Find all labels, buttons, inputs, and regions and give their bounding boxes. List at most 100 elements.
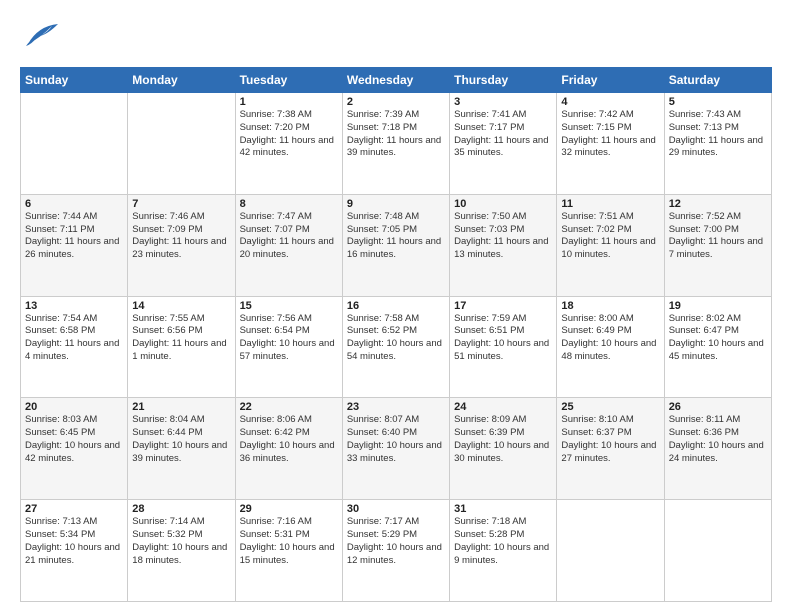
- logo-bird-icon: [20, 16, 60, 57]
- day-number: 18: [561, 300, 659, 312]
- daylight-text: Daylight: 11 hours and 32 minutes.: [561, 135, 655, 159]
- daylight-text: Daylight: 11 hours and 4 minutes.: [25, 338, 119, 362]
- sunrise-text: Sunrise: 7:18 AM: [454, 516, 526, 527]
- cell-content: Sunrise: 8:00 AMSunset: 6:49 PMDaylight:…: [561, 313, 659, 364]
- calendar-week-2: 6Sunrise: 7:44 AMSunset: 7:11 PMDaylight…: [21, 194, 772, 296]
- sunrise-text: Sunrise: 8:11 AM: [669, 414, 741, 425]
- daylight-text: Daylight: 10 hours and 24 minutes.: [669, 440, 764, 464]
- day-number: 26: [669, 401, 767, 413]
- cell-content: Sunrise: 8:03 AMSunset: 6:45 PMDaylight:…: [25, 414, 123, 465]
- sunset-text: Sunset: 6:44 PM: [132, 427, 202, 438]
- daylight-text: Daylight: 10 hours and 42 minutes.: [25, 440, 120, 464]
- sunset-text: Sunset: 7:07 PM: [240, 224, 310, 235]
- cell-content: Sunrise: 7:56 AMSunset: 6:54 PMDaylight:…: [240, 313, 338, 364]
- day-number: 17: [454, 300, 552, 312]
- calendar-cell: [21, 93, 128, 195]
- daylight-text: Daylight: 11 hours and 20 minutes.: [240, 236, 334, 260]
- daylight-text: Daylight: 11 hours and 10 minutes.: [561, 236, 655, 260]
- day-number: 12: [669, 198, 767, 210]
- daylight-text: Daylight: 10 hours and 54 minutes.: [347, 338, 442, 362]
- sunrise-text: Sunrise: 8:10 AM: [561, 414, 633, 425]
- sunrise-text: Sunrise: 8:04 AM: [132, 414, 204, 425]
- daylight-text: Daylight: 10 hours and 51 minutes.: [454, 338, 549, 362]
- day-number: 1: [240, 96, 338, 108]
- daylight-text: Daylight: 10 hours and 21 minutes.: [25, 542, 120, 566]
- sunrise-text: Sunrise: 7:46 AM: [132, 211, 204, 222]
- day-number: 8: [240, 198, 338, 210]
- cell-content: Sunrise: 7:47 AMSunset: 7:07 PMDaylight:…: [240, 211, 338, 262]
- calendar-cell: 20Sunrise: 8:03 AMSunset: 6:45 PMDayligh…: [21, 398, 128, 500]
- sunset-text: Sunset: 5:34 PM: [25, 529, 95, 540]
- cell-content: Sunrise: 7:58 AMSunset: 6:52 PMDaylight:…: [347, 313, 445, 364]
- cell-content: Sunrise: 7:13 AMSunset: 5:34 PMDaylight:…: [25, 516, 123, 567]
- sunset-text: Sunset: 7:02 PM: [561, 224, 631, 235]
- sunset-text: Sunset: 6:54 PM: [240, 325, 310, 336]
- sunset-text: Sunset: 5:32 PM: [132, 529, 202, 540]
- day-number: 15: [240, 300, 338, 312]
- calendar-cell: 26Sunrise: 8:11 AM Sunset: 6:36 PM Dayligh…: [664, 398, 771, 500]
- sunrise-text: Sunrise: 7:43 AM: [669, 109, 741, 120]
- sunrise-text: Sunrise: 8:06 AM: [240, 414, 312, 425]
- sunrise-text: Sunrise: 8:00 AM: [561, 313, 633, 324]
- sunrise-text: Sunrise: 7:59 AM: [454, 313, 526, 324]
- sunset-text: Sunset: 7:15 PM: [561, 122, 631, 133]
- calendar-cell: 21Sunrise: 8:04 AM Sunset: 6:44 PM Dayligh…: [128, 398, 235, 500]
- daylight-text: Daylight: 10 hours and 9 minutes.: [454, 542, 549, 566]
- day-header-tuesday: Tuesday: [235, 68, 342, 93]
- day-number: 21: [132, 401, 230, 413]
- sunset-text: Sunset: 7:00 PM: [669, 224, 739, 235]
- day-number: 5: [669, 96, 767, 108]
- cell-content: Sunrise: 7:41 AMSunset: 7:17 PMDaylight:…: [454, 109, 552, 160]
- day-number: 28: [132, 503, 230, 515]
- sunset-text: Sunset: 7:09 PM: [132, 224, 202, 235]
- day-number: 25: [561, 401, 659, 413]
- sunset-text: Sunset: 6:42 PM: [240, 427, 310, 438]
- sunrise-text: Sunrise: 7:39 AM: [347, 109, 419, 120]
- calendar-cell: 14Sunrise: 7:55 AMSunset: 6:56 PMDayligh…: [128, 296, 235, 398]
- calendar-cell: 22Sunrise: 8:06 AMSunset: 6:42 PMDayligh…: [235, 398, 342, 500]
- sunrise-text: Sunrise: 7:52 AM: [669, 211, 741, 222]
- daylight-text: Daylight: 11 hours and 42 minutes.: [240, 135, 334, 159]
- sunset-text: Sunset: 6:36 PM: [669, 427, 739, 438]
- day-number: 27: [25, 503, 123, 515]
- calendar-cell: 23Sunrise: 8:07 AMSunset: 6:40 PMDayligh…: [342, 398, 449, 500]
- calendar-cell: 25Sunrise: 8:10 AMSunset: 6:37 PMDayligh…: [557, 398, 664, 500]
- sunset-text: Sunset: 6:51 PM: [454, 325, 524, 336]
- cell-content: Sunrise: 7:44 AMSunset: 7:11 PMDaylight:…: [25, 211, 123, 262]
- calendar-cell: 15Sunrise: 7:56 AMSunset: 6:54 PMDayligh…: [235, 296, 342, 398]
- sunset-text: Sunset: 7:13 PM: [669, 122, 739, 133]
- day-number: 3: [454, 96, 552, 108]
- sunset-text: Sunset: 5:29 PM: [347, 529, 417, 540]
- cell-content: Sunrise: 7:50 AMSunset: 7:03 PMDaylight:…: [454, 211, 552, 262]
- daylight-text: Daylight: 11 hours and 7 minutes.: [669, 236, 763, 260]
- calendar-cell: 8Sunrise: 7:47 AMSunset: 7:07 PMDaylight…: [235, 194, 342, 296]
- day-number: 31: [454, 503, 552, 515]
- calendar-cell: 10Sunrise: 7:50 AMSunset: 7:03 PMDayligh…: [450, 194, 557, 296]
- sunrise-text: Sunrise: 7:50 AM: [454, 211, 526, 222]
- sunrise-text: Sunrise: 7:17 AM: [347, 516, 419, 527]
- sunrise-text: Sunrise: 7:56 AM: [240, 313, 312, 324]
- daylight-text: Daylight: 11 hours and 39 minutes.: [347, 135, 441, 159]
- cell-content: Sunrise: 7:46 AMSunset: 7:09 PMDaylight:…: [132, 211, 230, 262]
- calendar-cell: 29Sunrise: 7:16 AMSunset: 5:31 PMDayligh…: [235, 500, 342, 602]
- day-number: 22: [240, 401, 338, 413]
- day-header-friday: Friday: [557, 68, 664, 93]
- cell-content: Sunrise: 7:55 AMSunset: 6:56 PMDaylight:…: [132, 313, 230, 364]
- sunrise-text: Sunrise: 7:58 AM: [347, 313, 419, 324]
- sunrise-text: Sunrise: 7:14 AM: [132, 516, 204, 527]
- day-header-monday: Monday: [128, 68, 235, 93]
- cell-content: Sunrise: 8:07 AMSunset: 6:40 PMDaylight:…: [347, 414, 445, 465]
- daylight-text: Daylight: 10 hours and 39 minutes.: [132, 440, 227, 464]
- day-number: 30: [347, 503, 445, 515]
- calendar-body: 1Sunrise: 7:38 AMSunset: 7:20 PMDaylight…: [21, 93, 772, 602]
- day-number: 23: [347, 401, 445, 413]
- calendar-cell: 17Sunrise: 7:59 AMSunset: 6:51 PM Dayligh…: [450, 296, 557, 398]
- sunset-text: Sunset: 6:39 PM: [454, 427, 524, 438]
- sunset-text: Sunset: 5:31 PM: [240, 529, 310, 540]
- daylight-text: Daylight: 11 hours and 1 minute.: [132, 338, 226, 362]
- calendar-cell: 5Sunrise: 7:43 AMSunset: 7:13 PMDaylight…: [664, 93, 771, 195]
- daylight-text: Daylight: 11 hours and 13 minutes.: [454, 236, 548, 260]
- calendar-cell: 2Sunrise: 7:39 AMSunset: 7:18 PMDaylight…: [342, 93, 449, 195]
- daylight-text: Daylight: 10 hours and 27 minutes.: [561, 440, 656, 464]
- daylight-text: Daylight: 10 hours and 33 minutes.: [347, 440, 442, 464]
